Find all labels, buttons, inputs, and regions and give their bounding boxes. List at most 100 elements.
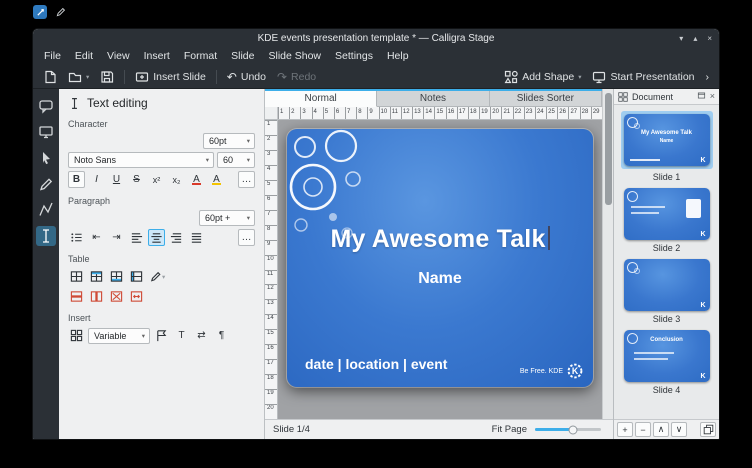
variable-combo[interactable]: Variable ▾	[88, 328, 150, 344]
scrollbar-thumb[interactable]	[605, 93, 612, 205]
insert-slide-button[interactable]: Insert Slide	[131, 68, 210, 86]
slide-thumbnail-2[interactable]: K Slide 2	[624, 188, 710, 253]
slide-subtitle-text[interactable]: Name	[287, 270, 593, 288]
thumbnail-preview[interactable]: Conclusion K	[624, 330, 710, 382]
add-shape-button[interactable]: Add Shape ▾	[500, 68, 585, 86]
thumbnail-preview[interactable]: K	[624, 188, 710, 240]
menu-item[interactable]: View	[100, 50, 137, 62]
add-slide-button[interactable]: +	[617, 422, 633, 437]
toolbar-separator	[124, 70, 125, 84]
zoom-slider[interactable]	[535, 428, 601, 431]
toolbar-overflow-button[interactable]: ›	[702, 69, 714, 85]
thumbnail-preview[interactable]: K	[624, 259, 710, 311]
insert-object-button[interactable]	[68, 327, 85, 344]
pen-tool[interactable]	[36, 174, 56, 194]
pencil-icon	[149, 270, 162, 283]
selection-tool[interactable]	[36, 148, 56, 168]
menu-item[interactable]: Slide	[224, 50, 261, 62]
slide-title-text[interactable]: My Awesome Talk	[287, 225, 593, 254]
duplicate-slide-button[interactable]	[700, 422, 716, 437]
delete-column-button[interactable]	[88, 288, 105, 305]
thumbnail-preview[interactable]: My Awesome Talk Name K	[624, 114, 710, 166]
horizontal-ruler[interactable]: 1234567891011121314151617181920212223242…	[278, 107, 602, 119]
font-size-combo[interactable]: 60 ▾	[217, 152, 255, 168]
table-borders-button[interactable]: ▾	[148, 268, 166, 285]
menu-item[interactable]: Slide Show	[261, 50, 328, 62]
view-tab[interactable]: Slides Sorter	[490, 91, 602, 107]
slide-footer-text[interactable]: date | location | event	[305, 356, 447, 372]
slideshow-tool[interactable]	[36, 122, 56, 142]
character-more-button[interactable]: …	[238, 171, 255, 188]
vertical-ruler[interactable]: 1234567891011121314151617181920	[265, 120, 278, 419]
superscript-button[interactable]: x²	[148, 171, 165, 188]
slide-thumbnail-4[interactable]: Conclusion K Slide 4	[624, 330, 710, 395]
redo-button[interactable]: ↷ Redo	[273, 69, 320, 85]
text-editing-tool[interactable]	[36, 226, 56, 246]
slide-canvas[interactable]: My Awesome Talk Name date | location | e…	[278, 120, 602, 419]
zoom-mode-label[interactable]: Fit Page	[492, 424, 527, 435]
move-slide-down-button[interactable]: ∨	[671, 422, 687, 437]
menu-item[interactable]: Format	[177, 50, 224, 62]
insert-table-button[interactable]	[68, 268, 85, 285]
slide-editor[interactable]: My Awesome Talk Name date | location | e…	[287, 129, 593, 387]
align-center-button[interactable]	[148, 229, 165, 246]
insert-swap-button[interactable]: ⇄	[193, 327, 210, 344]
maximize-button[interactable]: ▴	[693, 34, 697, 43]
align-justify-button[interactable]	[188, 229, 205, 246]
character-size-combo[interactable]: 60pt ▾	[203, 133, 255, 149]
italic-button[interactable]: I	[88, 171, 105, 188]
docker-float-button[interactable]	[697, 91, 706, 102]
polyline-tool[interactable]	[36, 200, 56, 220]
delete-row-button[interactable]	[68, 288, 85, 305]
desktop-pencil-icon[interactable]	[53, 5, 67, 19]
insert-paragraph-button[interactable]: ¶	[213, 327, 230, 344]
insert-column-left-button[interactable]	[128, 268, 145, 285]
move-slide-up-button[interactable]: ∧	[653, 422, 669, 437]
slide-thumbnail-1[interactable]: My Awesome Talk Name K Slide 1	[621, 111, 713, 182]
save-button[interactable]	[96, 68, 118, 86]
decrease-indent-button[interactable]: ⇤	[88, 229, 105, 246]
list-style-button[interactable]	[68, 229, 85, 246]
font-family-combo[interactable]: Noto Sans ▾	[68, 152, 214, 168]
slide-thumbnail-3[interactable]: K Slide 3	[624, 259, 710, 324]
align-right-button[interactable]	[168, 229, 185, 246]
menu-item[interactable]: Help	[380, 50, 416, 62]
menu-item[interactable]: Settings	[328, 50, 380, 62]
menu-item[interactable]: File	[37, 50, 68, 62]
float-icon	[697, 91, 706, 100]
callout-shape-tool[interactable]	[36, 96, 56, 116]
increase-indent-button[interactable]: ⇥	[108, 229, 125, 246]
insert-text-button[interactable]: T	[173, 327, 190, 344]
docker-header[interactable]: Document ×	[614, 89, 719, 105]
paragraph-size-combo[interactable]: 60pt + ▾	[199, 210, 255, 226]
strikethrough-button[interactable]: S	[128, 171, 145, 188]
title-bar[interactable]: KDE events presentation template * — Cal…	[33, 29, 719, 47]
zoom-slider-handle[interactable]	[569, 425, 578, 434]
bold-button[interactable]: B	[68, 171, 85, 188]
remove-slide-button[interactable]: −	[635, 422, 651, 437]
view-tab[interactable]: Normal	[265, 91, 377, 107]
undo-button[interactable]: ↶ Undo	[223, 69, 270, 85]
text-color-button[interactable]: A	[188, 171, 205, 188]
paragraph-more-button[interactable]: …	[238, 229, 255, 246]
view-tab[interactable]: Notes	[377, 91, 489, 107]
desktop-app-icon[interactable]	[33, 5, 47, 19]
docker-close-button[interactable]: ×	[710, 92, 715, 101]
new-document-button[interactable]	[39, 68, 61, 86]
delete-table-button[interactable]	[108, 288, 125, 305]
merge-cells-button[interactable]	[128, 288, 145, 305]
vertical-scrollbar[interactable]	[602, 89, 613, 419]
insert-row-above-button[interactable]	[88, 268, 105, 285]
highlight-color-button[interactable]: A	[208, 171, 225, 188]
menu-item[interactable]: Insert	[137, 50, 177, 62]
insert-bookmark-button[interactable]	[153, 327, 170, 344]
subscript-button[interactable]: x₂	[168, 171, 185, 188]
menu-item[interactable]: Edit	[68, 50, 100, 62]
underline-button[interactable]: U	[108, 171, 125, 188]
close-button[interactable]: ×	[707, 34, 712, 43]
insert-row-below-button[interactable]	[108, 268, 125, 285]
open-document-button[interactable]: ▾	[64, 68, 93, 86]
minimize-button[interactable]: ▾	[679, 34, 683, 43]
align-left-button[interactable]	[128, 229, 145, 246]
start-presentation-button[interactable]: Start Presentation	[588, 68, 698, 86]
